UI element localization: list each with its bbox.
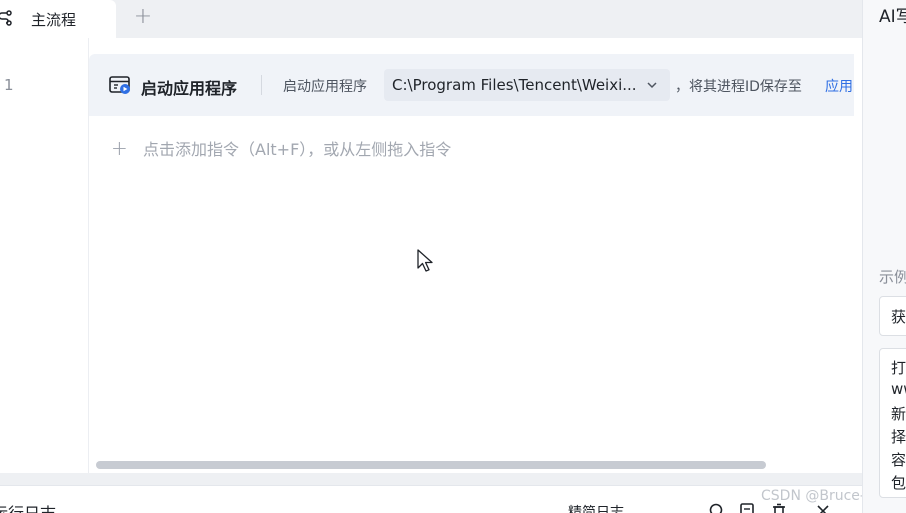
output-variable-link[interactable]: 应用 bbox=[825, 76, 854, 96]
command-title: 启动应用程序 bbox=[141, 79, 238, 98]
run-log-title: 运行日志 bbox=[0, 500, 56, 513]
prompt-line: 容 bbox=[891, 451, 906, 469]
command-divider bbox=[261, 75, 262, 95]
prompt-line: 打 bbox=[891, 359, 906, 377]
app-path-dropdown[interactable]: C:\Program Files\Tencent\Weixi... bbox=[384, 69, 670, 101]
example-card-text: 获 bbox=[891, 308, 906, 326]
app-path-value: C:\Program Files\Tencent\Weixi... bbox=[392, 76, 637, 94]
log-panel-header: 运行日志 精简日志 bbox=[0, 485, 862, 513]
add-tab-button[interactable]: + bbox=[132, 4, 154, 30]
tab-bar: 主流程 + bbox=[0, 0, 862, 38]
example-prompt-card[interactable]: 打 ww 新 择 容 包 bbox=[879, 348, 906, 498]
prompt-line: 新 bbox=[891, 405, 906, 423]
command-row-launch-app[interactable]: 启动应用程序 启动应用程序 C:\Program Files\Tencent\W… bbox=[89, 54, 854, 116]
command-description: 启动应用程序 bbox=[283, 79, 367, 95]
app-window-play-icon bbox=[109, 76, 130, 94]
command-tail-text: ，将其进程ID保存至 bbox=[675, 79, 802, 95]
command-canvas: 启动应用程序 启动应用程序 C:\Program Files\Tencent\W… bbox=[89, 54, 854, 473]
prompt-line: 包 bbox=[891, 474, 906, 492]
chevron-down-icon bbox=[647, 82, 657, 89]
search-icon[interactable] bbox=[708, 502, 726, 513]
add-command-hint: 点击添加指令（Alt+F），或从左侧拖入指令 bbox=[143, 140, 452, 159]
prompt-line: 择 bbox=[891, 428, 906, 446]
ai-writing-panel: AI写 示例 获 打 ww 新 择 容 包 bbox=[862, 0, 906, 513]
prompt-line: ww bbox=[891, 380, 906, 398]
tab-main-flow-label: 主流程 bbox=[31, 11, 77, 29]
horizontal-scrollbar[interactable] bbox=[96, 461, 766, 469]
plus-icon: + bbox=[111, 136, 128, 160]
mouse-pointer-icon bbox=[417, 249, 433, 272]
line-gutter: 1 bbox=[0, 38, 89, 473]
add-command-row[interactable]: + 点击添加指令（Alt+F），或从左侧拖入指令 bbox=[111, 136, 451, 160]
tab-main-flow[interactable]: 主流程 bbox=[0, 0, 116, 38]
examples-label: 示例 bbox=[879, 268, 906, 286]
log-mode-toggle[interactable]: 精简日志 bbox=[568, 502, 624, 513]
ai-panel-title: AI写 bbox=[879, 7, 906, 27]
app-window: 主流程 + 1 启动应用程序 启动应用程序 C:\Program Files\T… bbox=[0, 0, 906, 513]
flow-editor: 1 启动应用程序 启动应用程序 C:\Program Files\Tencent… bbox=[0, 38, 862, 473]
flow-icon bbox=[0, 10, 12, 26]
line-number: 1 bbox=[4, 76, 14, 94]
example-card[interactable]: 获 bbox=[879, 296, 906, 336]
document-icon[interactable] bbox=[738, 502, 756, 513]
